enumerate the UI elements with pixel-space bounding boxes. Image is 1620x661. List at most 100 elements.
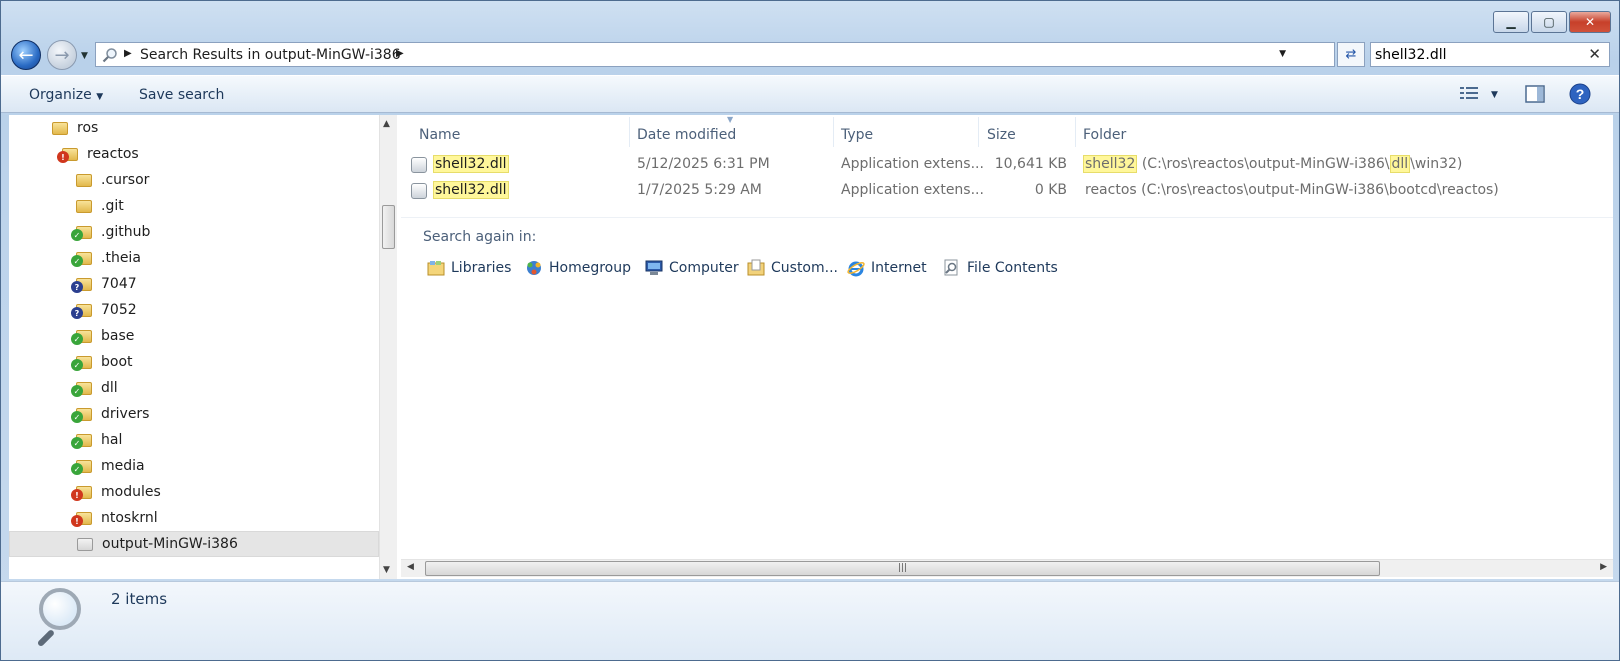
nav-item-theia[interactable]: ✓ .theia [71,245,141,271]
breadcrumb-search-results[interactable]: Search Results in output-MinGW-i386 [140,47,401,63]
column-header-folder[interactable]: Folder [1083,121,1126,149]
recent-pages-dropdown[interactable]: ▼ [81,51,88,61]
maximize-button[interactable]: ▢ [1531,11,1567,33]
folder-highlight: dll [1389,155,1411,173]
folder-path: (C:\ros\reactos\output-MinGW-i386\ [1137,156,1390,172]
folder-error-icon: ! [71,510,93,527]
view-options-dropdown-icon[interactable]: ▼ [1491,90,1498,100]
search-again-computer[interactable]: Computer [645,259,739,277]
search-again-internet[interactable]: Internet [847,259,927,277]
change-view-button[interactable] [1459,85,1479,107]
column-header-date-label: Date modified [637,127,737,143]
clear-search-icon[interactable]: ✕ [1588,45,1601,63]
search-again-libraries[interactable]: Libraries [427,259,511,277]
folder-ok-icon: ✓ [71,250,93,267]
nav-item-drivers[interactable]: ✓ drivers [71,401,149,427]
forward-button[interactable]: → [47,40,77,70]
location-label: File Contents [967,260,1058,276]
column-header-date[interactable]: Date modified [637,121,736,149]
file-name-highlight: shell32.dll [433,155,509,173]
file-contents-search-icon [943,259,961,277]
address-history-dropdown-icon[interactable]: ▼ [1279,49,1286,59]
scroll-thumb[interactable] [382,205,395,249]
nav-item-7047[interactable]: ? 7047 [71,271,137,297]
folder-ok-icon: ✓ [71,458,93,475]
nav-item-git[interactable]: .git [75,193,124,219]
file-row[interactable]: shell32.dll 1/7/2025 5:29 AM Application… [411,179,1607,203]
folder-error-icon: ! [71,484,93,501]
column-divider[interactable] [833,117,834,147]
horizontal-scrollbar[interactable]: ◀ ||| ▶ [401,559,1613,577]
nav-item-cursor[interactable]: .cursor [75,167,149,193]
breadcrumb-chevron-icon[interactable]: ▶ [124,48,132,59]
location-label: Internet [871,260,927,276]
search-again-custom[interactable]: Custom... [747,259,838,277]
scroll-down-icon[interactable]: ▼ [383,565,390,575]
column-header-type[interactable]: Type [841,121,873,149]
scroll-right-icon[interactable]: ▶ [1600,562,1607,572]
help-button[interactable]: ? [1569,83,1591,109]
folder-error-icon: ! [57,146,79,163]
command-bar: Organize ▼ Save search ▼ ? [1,75,1619,113]
folder-ok-icon: ✓ [71,406,93,423]
breadcrumb-chevron-icon[interactable]: ▶ [396,48,404,59]
nav-item-base[interactable]: ✓ base [71,323,135,349]
nav-item-boot[interactable]: ✓ boot [71,349,133,375]
save-search-button[interactable]: Save search [139,87,224,103]
nav-item-label: 7047 [101,276,137,292]
minimize-button[interactable]: ▁ [1493,11,1529,33]
search-input[interactable] [1375,45,1575,64]
scroll-left-icon[interactable]: ◀ [407,562,414,572]
address-bar[interactable]: ▶ Search Results in output-MinGW-i386 ▶ … [95,42,1335,67]
close-button[interactable]: ✕ [1569,11,1611,33]
explorer-window: ▁ ▢ ✕ ← → ▼ ▶ Search Results in output-M… [0,0,1620,661]
divider [401,217,1613,218]
refresh-button[interactable]: ⇄ [1337,42,1365,67]
nav-item-github[interactable]: ✓ .github [71,219,151,245]
scroll-thumb[interactable]: ||| [425,561,1380,576]
nav-item-label: ntoskrnl [101,510,158,526]
column-divider[interactable] [629,117,630,147]
nav-item-label: dll [101,380,118,396]
nav-item-modules[interactable]: ! modules [71,479,161,505]
column-header-size[interactable]: Size [987,121,1016,149]
search-box[interactable]: ✕ [1370,42,1610,67]
file-date: 5/12/2025 6:31 PM [637,156,770,172]
svg-text:?: ? [1576,86,1585,102]
file-type: Application extens... [841,182,984,198]
nav-item-ros[interactable]: ros [51,115,98,141]
nav-item-label: .github [101,224,151,240]
nav-item-ntoskrnl[interactable]: ! ntoskrnl [71,505,158,531]
search-again-homegroup[interactable]: Homegroup [525,259,631,277]
back-arrow-icon: ← [18,44,34,66]
nav-item-label: media [101,458,145,474]
file-list: Name Date modified ▼ Type Size Folder sh… [401,115,1613,579]
nav-item-hal[interactable]: ✓ hal [71,427,122,453]
nav-item-label: .theia [101,250,141,266]
nav-item-output-mingw-i386[interactable]: output-MinGW-i386 [9,531,379,557]
folder-icon [76,536,94,552]
nav-item-media[interactable]: ✓ media [71,453,145,479]
navigation-scrollbar[interactable]: ▲ ▼ [379,115,397,579]
file-folder: shell32 (C:\ros\reactos\output-MinGW-i38… [1083,155,1462,173]
scroll-up-icon[interactable]: ▲ [383,119,390,129]
file-name: shell32.dll [433,155,509,173]
search-results-icon [102,47,118,67]
nav-item-reactos[interactable]: ! reactos [57,141,139,167]
preview-pane-button[interactable] [1525,85,1545,107]
file-row[interactable]: shell32.dll 5/12/2025 6:31 PM Applicatio… [411,153,1607,177]
column-header-name[interactable]: Name [419,121,460,149]
search-again-file-contents[interactable]: File Contents [943,259,1058,277]
dll-file-icon [411,183,427,199]
location-label: Computer [669,260,739,276]
nav-item-7052[interactable]: ? 7052 [71,297,137,323]
navigation-pane: ros ! reactos .cursor .git ✓ .github ✓ .the… [9,115,397,579]
column-divider[interactable] [1075,117,1076,147]
organize-button[interactable]: Organize ▼ [29,87,103,103]
nav-item-label: base [101,328,135,344]
column-divider[interactable] [978,117,979,147]
file-name-highlight: shell32.dll [433,181,509,199]
nav-item-dll[interactable]: ✓ dll [71,375,118,401]
preview-pane-icon [1525,85,1545,103]
back-button[interactable]: ← [11,40,41,70]
